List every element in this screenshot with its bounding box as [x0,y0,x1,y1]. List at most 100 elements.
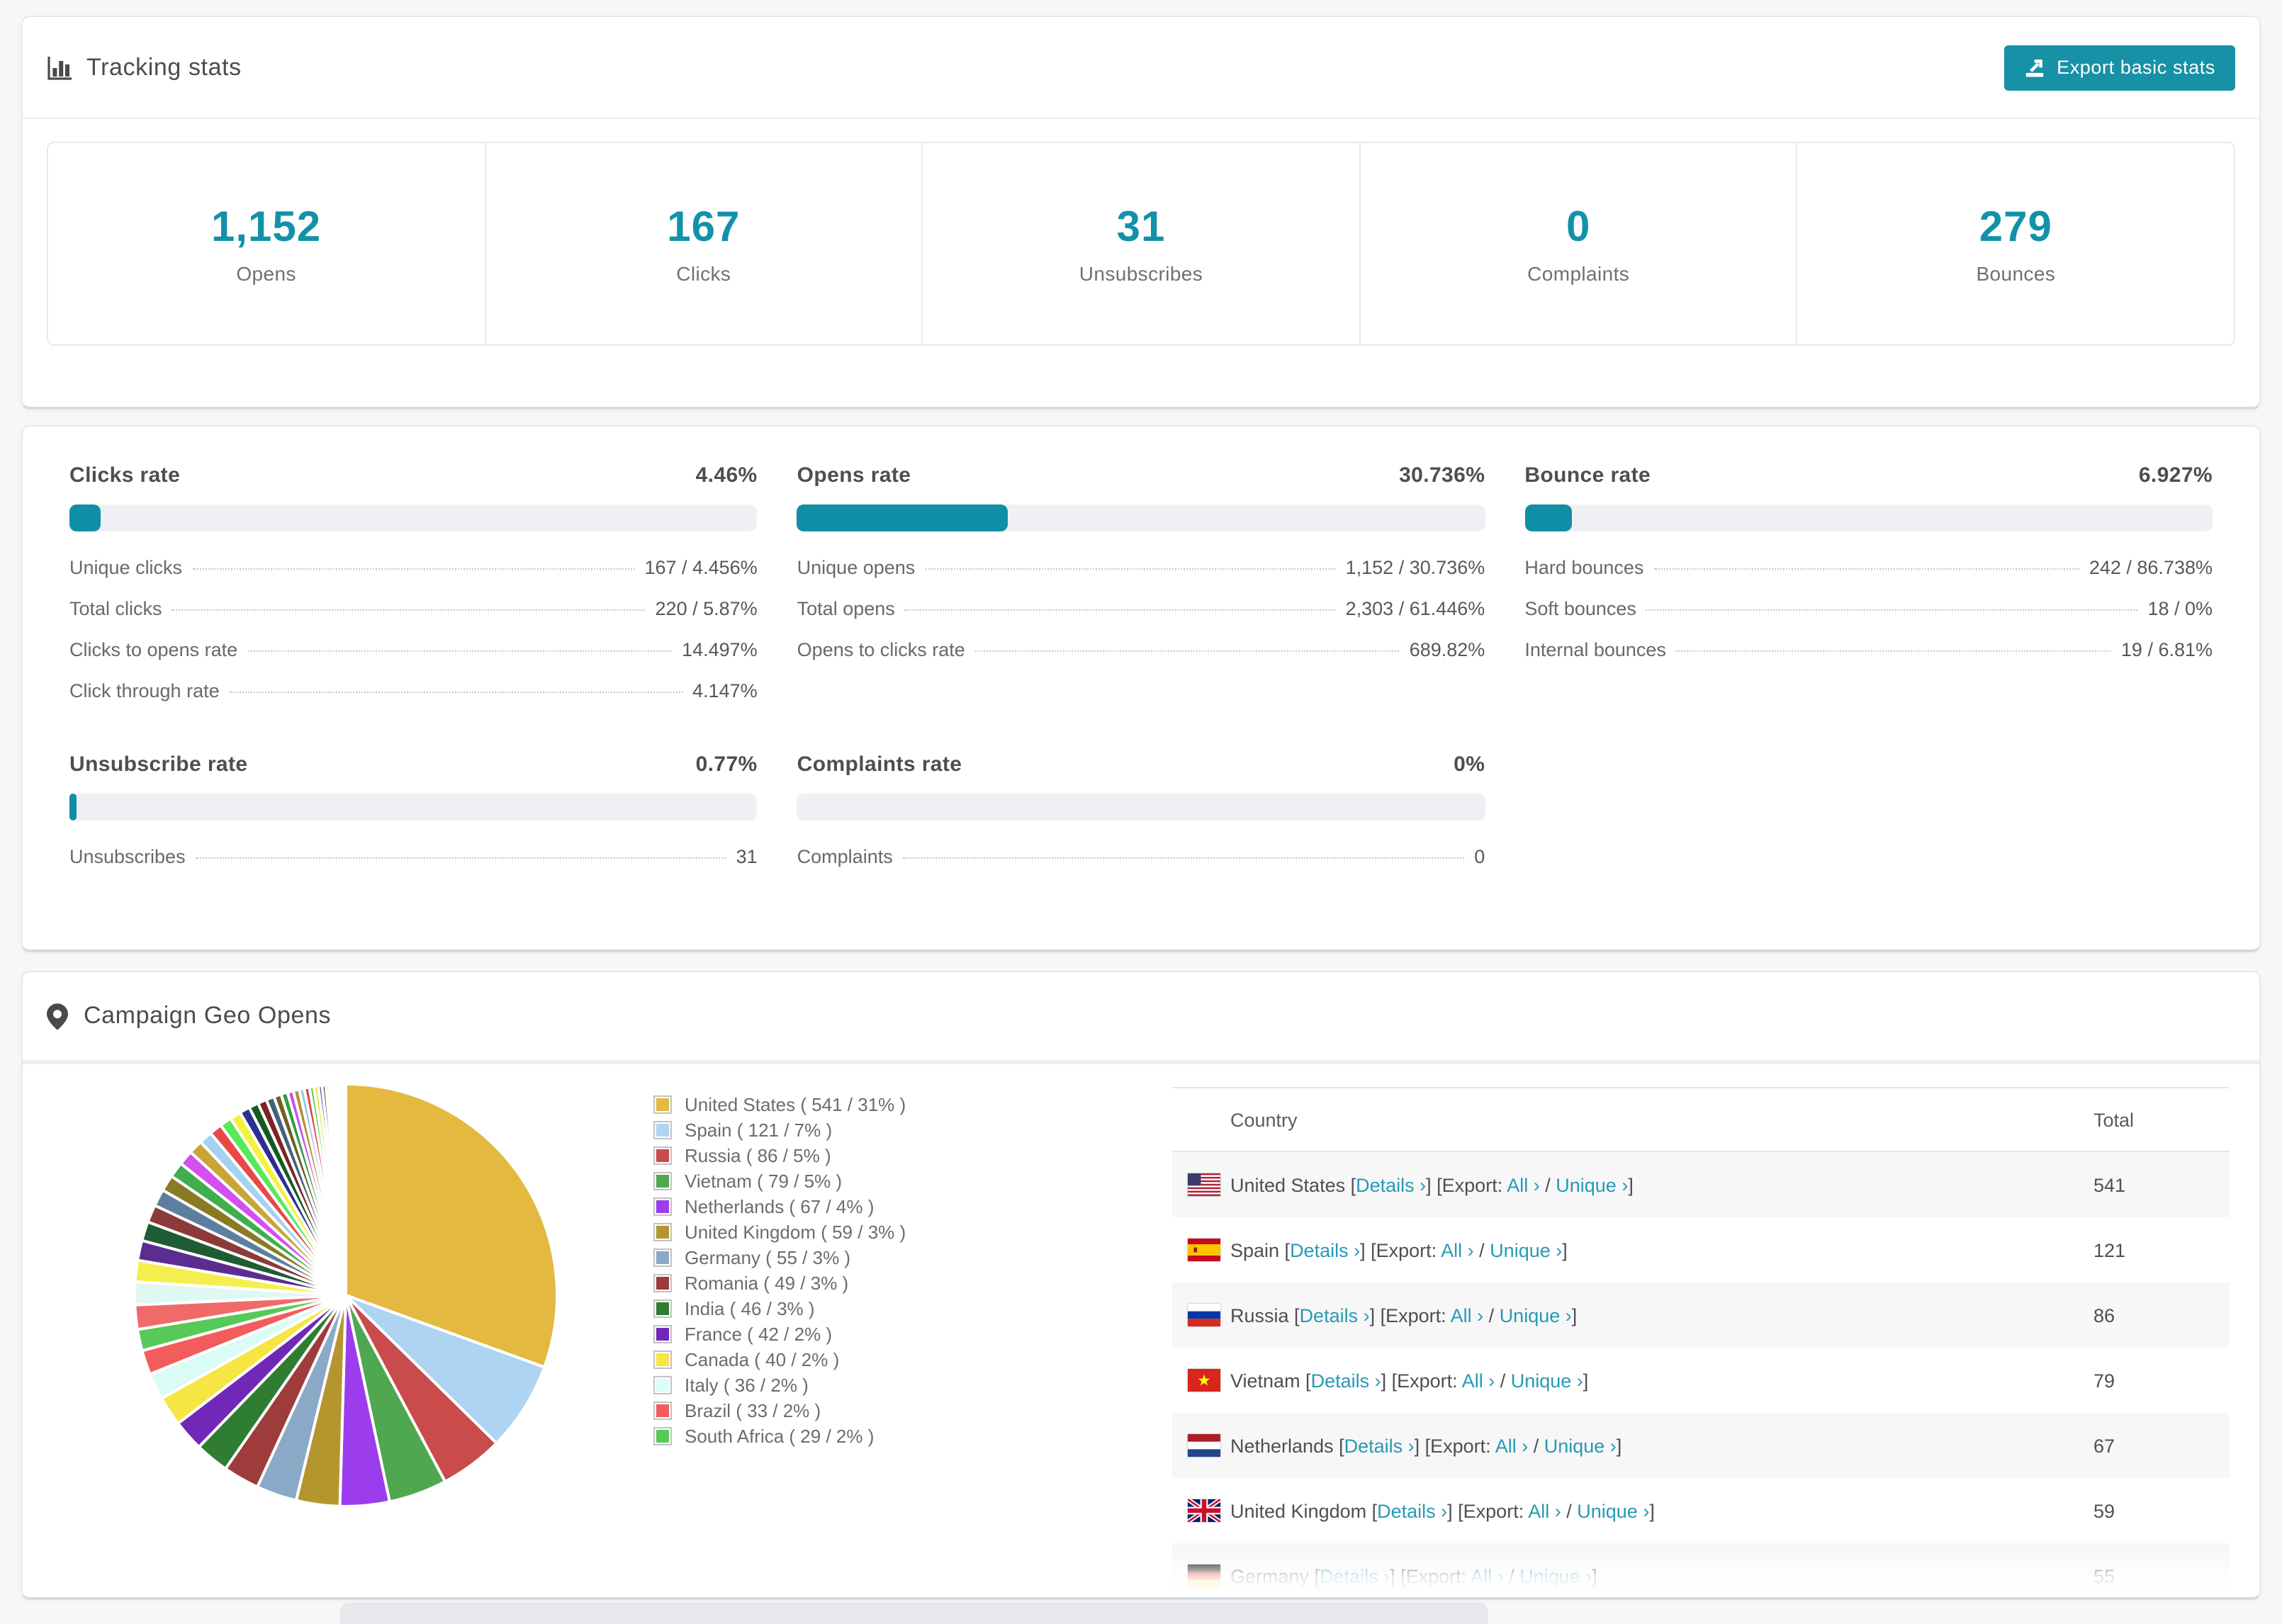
details-link-spain[interactable]: Details › [1290,1239,1360,1261]
rate-detail-value: 4.147% [692,680,758,701]
dotted-leader [172,609,646,611]
legend-item-canada[interactable]: Canada ( 40 / 2% ) [653,1346,906,1372]
rate-progress-bar [1524,504,2213,531]
rate-title: Complaints rate [797,752,962,777]
legend-item-united-kingdom[interactable]: United Kingdom ( 59 / 3% ) [653,1219,906,1244]
details-link-united-states[interactable]: Details › [1356,1174,1426,1195]
legend-item-germany[interactable]: Germany ( 55 / 3% ) [653,1244,906,1270]
total-column-header: Total [2093,1109,2135,1130]
total-cell: 79 [2093,1370,2115,1391]
rate-detail-row: Complaints 0 [797,846,1485,887]
legend-swatch [653,1299,672,1317]
rate-section-unsubscribe-rate: Unsubscribe rate 0.77% Unsubscribes 31 [69,752,758,887]
legend-item-netherlands[interactable]: Netherlands ( 67 / 4% ) [653,1193,906,1219]
rate-value: 6.927% [2138,463,2213,487]
legend-item-united-states[interactable]: United States ( 541 / 31% ) [653,1091,906,1117]
pie-slice[interactable] [343,1082,347,1297]
total-cell: 541 [2093,1174,2126,1195]
legend-label: France ( 42 / 2% ) [685,1323,833,1344]
legend-item-spain[interactable]: Spain ( 121 / 7% ) [653,1117,906,1142]
rate-value: 4.46% [695,463,758,487]
export-all-link-netherlands[interactable]: All › [1495,1435,1529,1456]
map-pin-icon [47,1003,68,1030]
legend-item-russia[interactable]: Russia ( 86 / 5% ) [653,1142,906,1168]
details-link-germany[interactable]: Details › [1320,1565,1390,1586]
bar-chart-icon [47,55,72,80]
stat-value: 279 [1979,203,2052,250]
geo-opens-body: United States ( 541 / 31% ) Spain ( 121 /… [23,1064,2259,1597]
rate-detail-row: Click through rate 4.147% [69,680,758,721]
legend-swatch [653,1171,672,1190]
rate-title: Opens rate [797,463,911,487]
export-unique-link-united-states[interactable]: Unique › [1556,1174,1628,1195]
rate-detail-row: Opens to clicks rate 689.82% [797,639,1485,680]
germany-flag-icon [1188,1564,1230,1587]
united-kingdom-flag-icon [1188,1499,1230,1522]
netherlands-flag-icon [1188,1434,1230,1457]
geo-opens-header: Campaign Geo Opens [23,972,2259,1064]
stat-box-opens: 1,152 Opens [48,143,484,344]
legend-label: United Kingdom ( 59 / 3% ) [685,1221,906,1242]
geo-countries-table: Country Total United States [Details ›] … [1172,1087,2230,1597]
rates-grid: Clicks rate 4.46% Unique clicks 167 / 4.456… [23,427,2259,887]
legend-label: India ( 46 / 3% ) [685,1297,815,1319]
rate-title: Unsubscribe rate [69,752,248,777]
export-all-link-germany[interactable]: All › [1471,1565,1504,1586]
dotted-leader [902,857,1465,859]
details-link-netherlands[interactable]: Details › [1344,1435,1415,1456]
legend-swatch [653,1273,672,1292]
legend-label: Italy ( 36 / 2% ) [685,1374,809,1395]
stat-value: 0 [1566,203,1591,250]
export-all-link-russia[interactable]: All › [1451,1304,1484,1326]
details-link-russia[interactable]: Details › [1300,1304,1370,1326]
legend-item-brazil[interactable]: Brazil ( 33 / 2% ) [653,1397,906,1423]
legend-label: South Africa ( 29 / 2% ) [685,1425,875,1446]
export-all-link-united-states[interactable]: All › [1507,1174,1540,1195]
rates-card: Clicks rate 4.46% Unique clicks 167 / 4.456… [21,425,2261,952]
legend-item-romania[interactable]: Romania ( 49 / 3% ) [653,1270,906,1295]
legend-item-italy[interactable]: Italy ( 36 / 2% ) [653,1372,906,1397]
export-all-link-spain[interactable]: All › [1441,1239,1474,1261]
dotted-leader [195,857,726,859]
legend-item-south-africa[interactable]: South Africa ( 29 / 2% ) [653,1423,906,1448]
stat-box-unsubscribes: 31 Unsubscribes [921,143,1359,344]
export-icon [2024,57,2045,78]
rate-detail-label: Total clicks [69,598,162,619]
legend-swatch [653,1324,672,1343]
export-unique-link-vietnam[interactable]: Unique › [1511,1370,1583,1391]
table-row-vietnam: Vietnam [Details ›] [Export: All › / Uni… [1172,1348,2230,1413]
export-unique-link-united-kingdom[interactable]: Unique › [1577,1500,1649,1521]
country-cell: Russia [Details ›] [Export: All › / Uniq… [1230,1304,1578,1326]
legend-item-france[interactable]: France ( 42 / 2% ) [653,1321,906,1346]
rate-section-clicks-rate: Clicks rate 4.46% Unique clicks 167 / 4.456… [69,463,758,721]
rate-progress-bar [69,794,758,821]
export-basic-stats-button[interactable]: Export basic stats [2004,45,2235,90]
export-unique-link-russia[interactable]: Unique › [1500,1304,1572,1326]
legend-item-vietnam[interactable]: Vietnam ( 79 / 5% ) [653,1168,906,1193]
legend-label: Spain ( 121 / 7% ) [685,1119,833,1140]
campaign-stats-page: Tracking stats Export basic stats 1,152 O… [0,0,2282,1624]
details-link-vietnam[interactable]: Details › [1311,1370,1381,1391]
export-all-link-vietnam[interactable]: All › [1462,1370,1495,1391]
export-all-link-united-kingdom[interactable]: All › [1528,1500,1561,1521]
rate-progress-fill [69,794,77,821]
country-cell: Vietnam [Details ›] [Export: All › / Uni… [1230,1370,1589,1391]
export-unique-link-germany[interactable]: Unique › [1519,1565,1592,1586]
rate-detail-label: Internal bounces [1524,639,1666,660]
legend-swatch [653,1095,672,1113]
rate-title: Bounce rate [1524,463,1651,487]
russia-flag-icon [1188,1304,1230,1326]
export-unique-link-netherlands[interactable]: Unique › [1544,1435,1617,1456]
legend-label: Netherlands ( 67 / 4% ) [685,1195,875,1217]
geo-pie-chart[interactable] [130,1080,561,1511]
stat-box-bounces: 279 Bounces [1796,143,2234,344]
rate-detail-value: 18 / 0% [2147,598,2213,619]
legend-swatch [653,1350,672,1368]
export-unique-link-spain[interactable]: Unique › [1490,1239,1562,1261]
rate-detail-row: Unique clicks 167 / 4.456% [69,557,758,598]
rate-detail-label: Soft bounces [1524,598,1636,619]
details-link-united-kingdom[interactable]: Details › [1377,1500,1447,1521]
rate-value: 30.736% [1399,463,1485,487]
legend-item-india[interactable]: India ( 46 / 3% ) [653,1295,906,1321]
dotted-leader [247,650,673,652]
